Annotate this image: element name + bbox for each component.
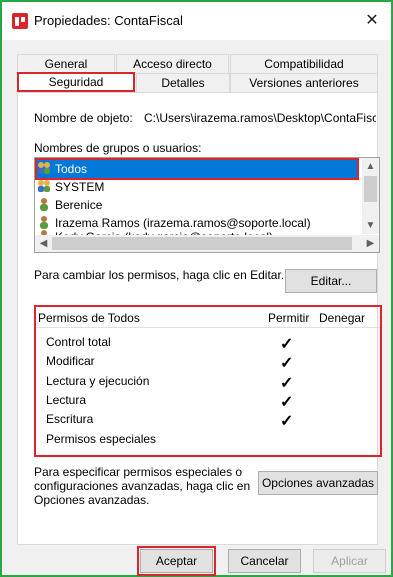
- scroll-left-icon[interactable]: ◀: [35, 235, 52, 252]
- dialog-buttons: Aceptar Cancelar Aplicar: [2, 546, 391, 576]
- title-bar: Propiedades: ContaFiscal ✕: [2, 2, 391, 40]
- user-icon: [40, 198, 48, 211]
- edit-button[interactable]: Editar...: [285, 269, 377, 293]
- permissions-header-allow: Permitir: [268, 311, 310, 325]
- check-icon: ✓: [280, 336, 294, 353]
- permission-name: Control total: [46, 335, 111, 349]
- window-title: Propiedades: ContaFiscal: [34, 13, 183, 28]
- list-item-todos[interactable]: Todos: [35, 158, 359, 180]
- list-item-label: SYSTEM: [55, 180, 105, 194]
- apply-button[interactable]: Aplicar: [313, 549, 386, 573]
- vertical-scrollbar[interactable]: ▲ ▼: [362, 158, 379, 234]
- properties-dialog: Propiedades: ContaFiscal ✕ General Acces…: [0, 0, 393, 577]
- groups-label: Nombres de grupos o usuarios:: [34, 141, 202, 155]
- object-name-label: Nombre de objeto:: [34, 111, 133, 125]
- list-item-label: Berenice: [55, 198, 103, 212]
- permissions-header-title: Permisos de Todos: [38, 311, 140, 325]
- permissions-header: Permisos de Todos Permitir Denegar: [36, 307, 380, 328]
- group-icon: [38, 162, 50, 174]
- permission-name: Escritura: [46, 412, 94, 426]
- security-tab-panel: Nombre de objeto: C:\Users\irazema.ramos…: [17, 92, 382, 545]
- scroll-up-icon[interactable]: ▲: [362, 158, 379, 175]
- close-icon[interactable]: ✕: [359, 8, 385, 34]
- permission-name: Lectura y ejecución: [46, 374, 150, 388]
- permissions-header-deny: Denegar: [319, 311, 366, 325]
- permission-name: Lectura: [46, 393, 87, 407]
- tab-detalles[interactable]: Detalles: [136, 73, 230, 92]
- tab-compatibilidad[interactable]: Compatibilidad: [230, 54, 378, 73]
- horizontal-scrollbar[interactable]: ◀ ▶: [35, 235, 379, 252]
- tab-versiones-anteriores[interactable]: Versiones anteriores: [230, 73, 378, 92]
- permissions-instruction: Para cambiar los permisos, haga clic en …: [34, 268, 285, 282]
- table-row: Control total ✓: [46, 335, 366, 353]
- check-icon: ✓: [280, 413, 294, 430]
- object-name-value: C:\Users\irazema.ramos\Desktop\ContaFisc…: [144, 111, 376, 125]
- list-item-label: Todos: [55, 162, 88, 176]
- cancel-button[interactable]: Cancelar: [228, 549, 301, 573]
- ok-button[interactable]: Aceptar: [137, 546, 216, 576]
- advanced-options-button[interactable]: Opciones avanzadas: [258, 471, 378, 495]
- list-item-system[interactable]: SYSTEM: [37, 178, 357, 196]
- table-row: Permisos especiales: [46, 432, 366, 450]
- tab-general[interactable]: General: [17, 54, 115, 73]
- permission-name: Modificar: [46, 354, 95, 368]
- scroll-down-icon[interactable]: ▼: [362, 217, 379, 234]
- table-row: Modificar ✓: [46, 354, 366, 372]
- horizontal-scroll-thumb[interactable]: [52, 237, 352, 250]
- tab-seguridad[interactable]: Seguridad: [17, 72, 135, 92]
- list-item-berenice[interactable]: Berenice: [37, 196, 357, 214]
- table-row: Escritura ✓: [46, 412, 366, 430]
- permissions-table: Permisos de Todos Permitir Denegar Contr…: [34, 305, 382, 457]
- special-permissions-instruction: Para especificar permisos especiales o c…: [34, 465, 251, 507]
- user-icon: [40, 216, 48, 229]
- tab-acceso-directo[interactable]: Acceso directo: [116, 54, 229, 73]
- check-icon: ✓: [280, 375, 294, 392]
- table-row: Lectura y ejecución ✓: [46, 374, 366, 392]
- permission-name: Permisos especiales: [46, 432, 157, 446]
- users-listbox[interactable]: Todos SYSTEM Berenice Irazema Ramos (ira…: [34, 157, 380, 253]
- check-icon: ✓: [280, 355, 294, 372]
- table-row: Lectura ✓: [46, 393, 366, 411]
- vertical-scroll-thumb[interactable]: [364, 176, 377, 202]
- group-icon: [38, 180, 50, 192]
- check-icon: ✓: [280, 394, 294, 411]
- scroll-right-icon[interactable]: ▶: [362, 235, 379, 252]
- app-icon: [12, 13, 28, 29]
